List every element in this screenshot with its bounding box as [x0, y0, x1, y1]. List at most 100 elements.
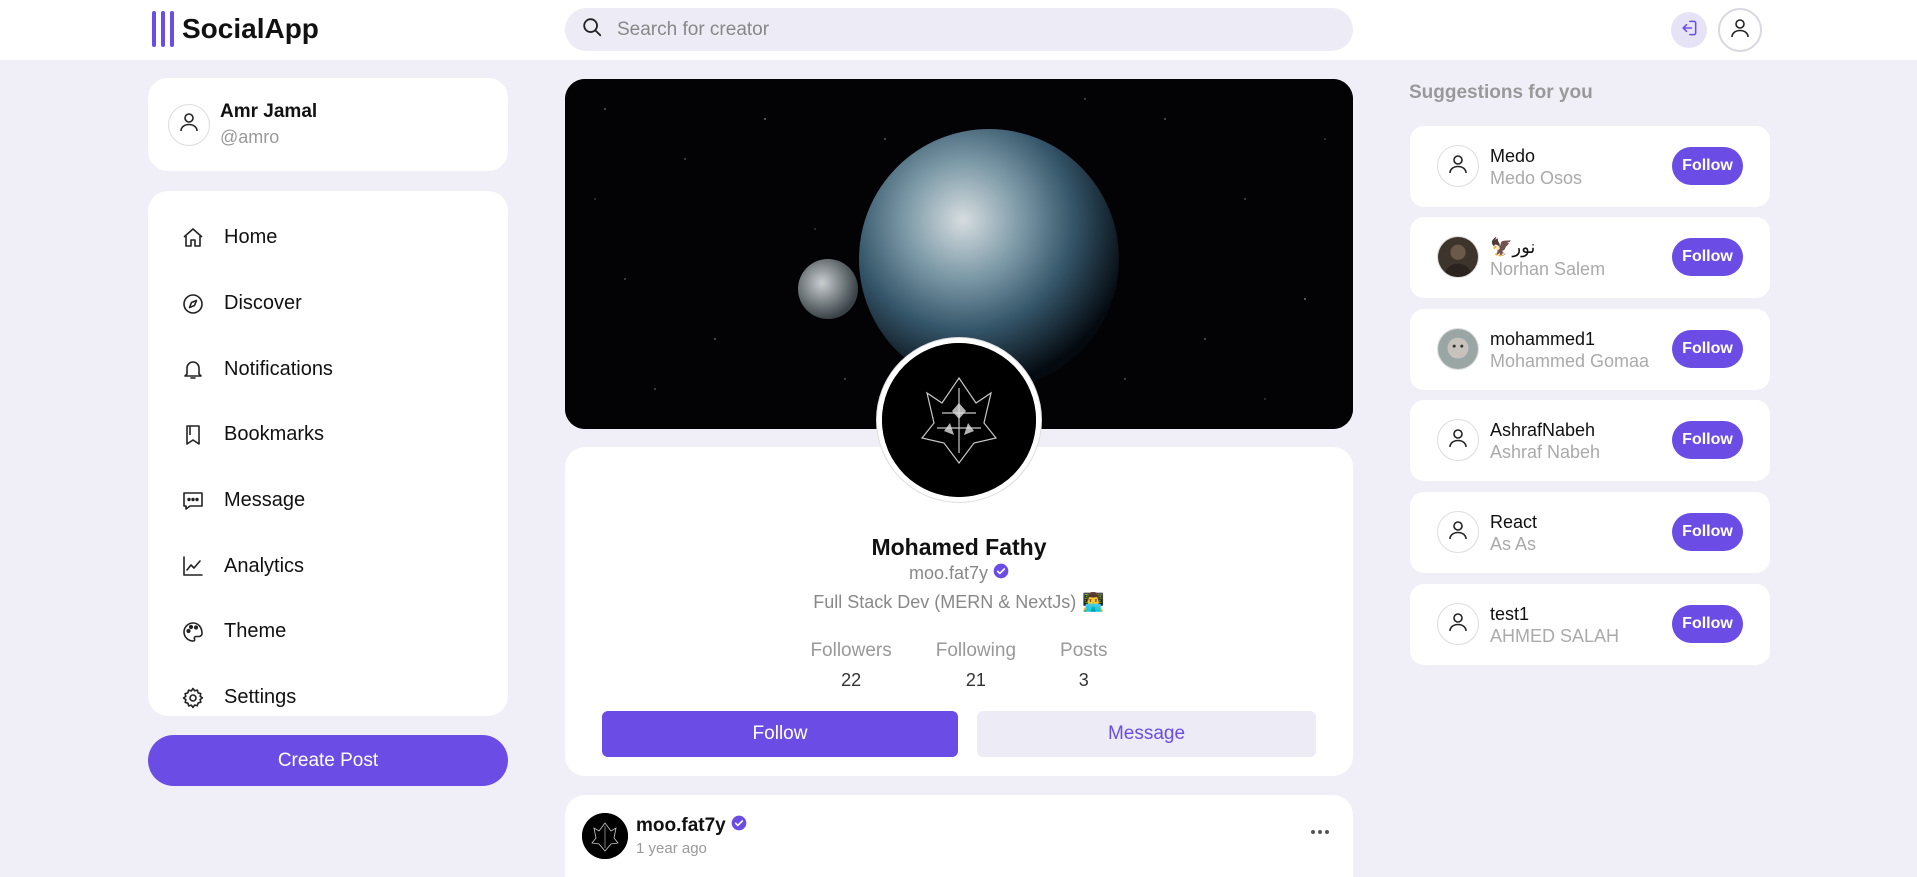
post-timestamp: 1 year ago — [636, 840, 707, 857]
suggestion-item[interactable]: mohammed1 Mohammed Gomaa Follow — [1410, 309, 1770, 390]
technologist-emoji: 👨‍💻 — [1082, 592, 1105, 612]
sidebar-item-label: Bookmarks — [224, 423, 325, 446]
avatar — [1437, 419, 1479, 461]
suggestion-fullname: As As — [1490, 534, 1537, 554]
suggestion-fullname: Medo Osos — [1490, 168, 1583, 188]
avatar — [1437, 328, 1479, 370]
user-icon — [1446, 518, 1470, 547]
profile-bio: Full Stack Dev (MERN & NextJs) — [813, 592, 1077, 612]
suggestion-item[interactable]: React As As Follow — [1410, 492, 1770, 573]
avatar — [1437, 145, 1479, 187]
profile-stats: Followers 22 Following 21 Posts 3 — [565, 640, 1353, 691]
stat-posts[interactable]: Posts 3 — [1060, 640, 1108, 691]
sidebar-item-label: Message — [224, 489, 306, 512]
current-user-card[interactable]: Amr Jamal @amro — [148, 78, 508, 171]
avatar — [1437, 236, 1479, 278]
logo-icon — [152, 11, 174, 47]
follow-button[interactable]: Follow — [1672, 513, 1743, 551]
user-icon — [1446, 610, 1470, 639]
avatar — [1437, 511, 1479, 553]
user-icon — [1728, 16, 1752, 45]
follow-button[interactable]: Follow — [602, 711, 958, 757]
sidebar-item-label: Settings — [224, 686, 297, 709]
suggestion-username: Medo — [1490, 146, 1536, 166]
stat-label: Posts — [1060, 640, 1108, 661]
suggestion-username: React — [1490, 512, 1538, 532]
bell-icon — [180, 356, 206, 382]
post-avatar[interactable] — [582, 813, 628, 859]
create-post-button[interactable]: Create Post — [148, 735, 508, 786]
sidebar-nav: Home Discover Notifications Bookmarks Me… — [148, 191, 508, 716]
logout-icon — [1679, 18, 1699, 43]
suggestion-item[interactable]: 🦅نور Norhan Salem Follow — [1410, 217, 1770, 298]
post-author[interactable]: moo.fat7y — [636, 815, 726, 837]
stat-label: Following — [935, 640, 1017, 661]
suggestion-username: AshrafNabeh — [1490, 420, 1596, 440]
stat-value: 21 — [965, 670, 986, 690]
user-icon — [1446, 152, 1470, 181]
search-bar[interactable] — [565, 8, 1353, 51]
sidebar-item-label: Theme — [224, 620, 287, 643]
suggestion-username: mohammed1 — [1490, 329, 1596, 349]
current-user-name: Amr Jamal — [220, 101, 318, 122]
home-icon — [180, 225, 206, 251]
user-icon — [1446, 426, 1470, 455]
suggestion-item[interactable]: Medo Medo Osos Follow — [1410, 126, 1770, 207]
sidebar-item-bookmarks[interactable]: Bookmarks — [148, 402, 508, 468]
verified-icon — [993, 563, 1009, 584]
suggestion-item[interactable]: test1 AHMED SALAH Follow — [1410, 584, 1770, 665]
search-icon — [581, 16, 603, 43]
top-bar: SocialApp — [0, 0, 1917, 60]
profile-avatar-button[interactable] — [1718, 8, 1762, 52]
post-author-row: moo.fat7y — [636, 815, 747, 837]
compass-icon — [180, 291, 206, 317]
follow-button[interactable]: Follow — [1672, 605, 1743, 643]
sidebar-item-analytics[interactable]: Analytics — [148, 533, 508, 599]
suggestion-item[interactable]: AshrafNabeh Ashraf Nabeh Follow — [1410, 400, 1770, 481]
current-user-handle: @amro — [220, 127, 280, 147]
stat-value: 3 — [1078, 670, 1089, 690]
message-icon — [180, 488, 206, 514]
sidebar-item-settings[interactable]: Settings — [148, 665, 508, 731]
sidebar-item-discover[interactable]: Discover — [148, 271, 508, 337]
message-button[interactable]: Message — [977, 711, 1316, 757]
follow-button[interactable]: Follow — [1672, 421, 1743, 459]
avatar — [1437, 603, 1479, 645]
profile-name: Mohamed Fathy — [871, 534, 1047, 560]
profile-avatar[interactable] — [876, 337, 1042, 503]
suggestion-fullname: Mohammed Gomaa — [1490, 351, 1650, 371]
app-name: SocialApp — [182, 13, 319, 44]
stat-followers[interactable]: Followers 22 — [810, 640, 891, 691]
stat-following[interactable]: Following 21 — [936, 640, 1016, 691]
profile-handle: moo.fat7y — [908, 563, 989, 583]
sidebar-item-label: Home — [224, 226, 278, 249]
palette-icon — [180, 619, 206, 645]
suggestion-fullname: AHMED SALAH — [1490, 626, 1620, 646]
stat-label: Followers — [810, 640, 892, 661]
sidebar-item-theme[interactable]: Theme — [148, 599, 508, 665]
profile-handle-row: moo.fat7y — [565, 563, 1353, 584]
sidebar-item-label: Analytics — [224, 554, 305, 577]
suggestion-username: test1 — [1490, 604, 1530, 624]
suggestion-username: 🦅نور — [1490, 237, 1536, 257]
follow-button[interactable]: Follow — [1672, 330, 1743, 368]
bookmark-icon — [180, 422, 206, 448]
follow-button[interactable]: Follow — [1672, 238, 1743, 276]
sidebar-item-label: Notifications — [224, 357, 333, 380]
sidebar-item-home[interactable]: Home — [148, 205, 508, 271]
follow-button[interactable]: Follow — [1672, 147, 1743, 185]
sidebar-item-notifications[interactable]: Notifications — [148, 336, 508, 402]
logout-button[interactable] — [1671, 12, 1707, 48]
suggestion-fullname: Norhan Salem — [1490, 259, 1606, 279]
sidebar-item-message[interactable]: Message — [148, 468, 508, 534]
verified-icon — [731, 815, 747, 837]
more-icon[interactable] — [1310, 815, 1330, 841]
app-logo[interactable]: SocialApp — [152, 10, 319, 48]
chart-icon — [180, 553, 206, 579]
gear-icon — [180, 685, 206, 711]
avatar — [168, 103, 210, 146]
sidebar-item-label: Discover — [224, 292, 302, 315]
search-input[interactable] — [617, 18, 1317, 41]
suggestion-fullname: Ashraf Nabeh — [1490, 442, 1601, 462]
stat-value: 22 — [841, 670, 862, 690]
